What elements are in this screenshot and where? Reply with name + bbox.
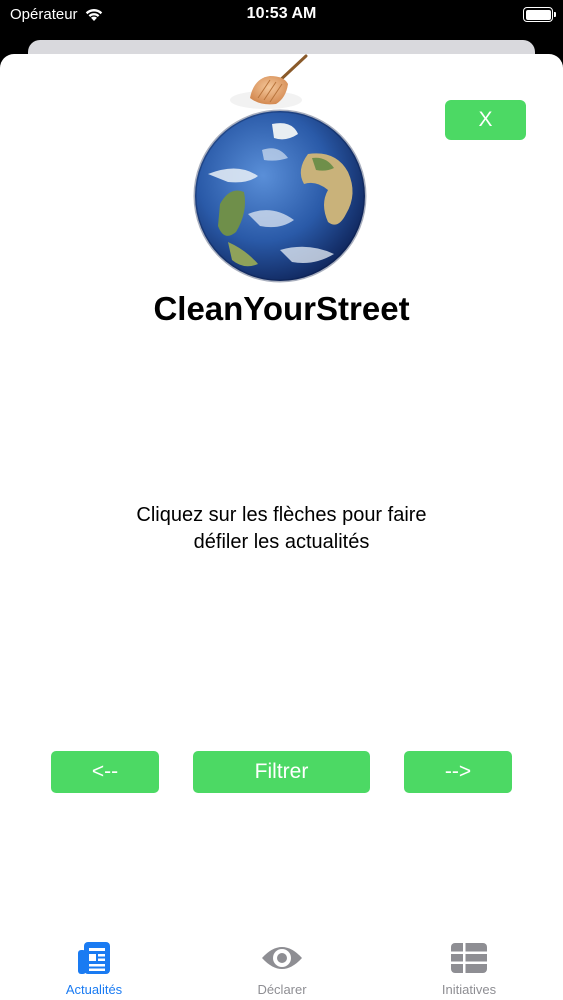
newspaper-icon	[0, 940, 188, 976]
modal-sheet: X CleanYourStreet Cliquez sur les flèche…	[0, 54, 563, 1000]
tab-declarer-label: Déclarer	[257, 982, 307, 997]
table-grid-icon	[375, 940, 563, 976]
battery-icon	[523, 7, 556, 22]
tab-actualites[interactable]: Actualités	[0, 934, 188, 1000]
close-button[interactable]: X	[445, 100, 526, 140]
status-time: 10:53 AM	[246, 5, 317, 22]
tab-initiatives[interactable]: Initiatives	[375, 934, 563, 1000]
tab-initiatives-label: Initiatives	[441, 982, 497, 997]
battery-fill	[525, 9, 551, 20]
message-line-1: Cliquez sur les flèches pour faire	[136, 504, 427, 526]
status-bar: Opérateur 10:53 AM	[0, 0, 563, 32]
app-title: CleanYourStreet	[153, 290, 410, 327]
message-line-2: défiler les actualités	[193, 531, 370, 553]
previous-button[interactable]: <--	[51, 751, 159, 793]
filter-button[interactable]: Filtrer	[193, 751, 370, 793]
next-button[interactable]: -->	[404, 751, 512, 793]
earth-with-broom-icon	[188, 54, 372, 284]
tab-bar: Actualités Déclarer Initiatives	[0, 934, 563, 1000]
tab-actualites-label: Actualités	[65, 982, 123, 997]
eye-icon	[188, 940, 376, 976]
tab-declarer[interactable]: Déclarer	[188, 934, 376, 1000]
instruction-message: Cliquez sur les flèches pour faire défil…	[0, 502, 563, 556]
